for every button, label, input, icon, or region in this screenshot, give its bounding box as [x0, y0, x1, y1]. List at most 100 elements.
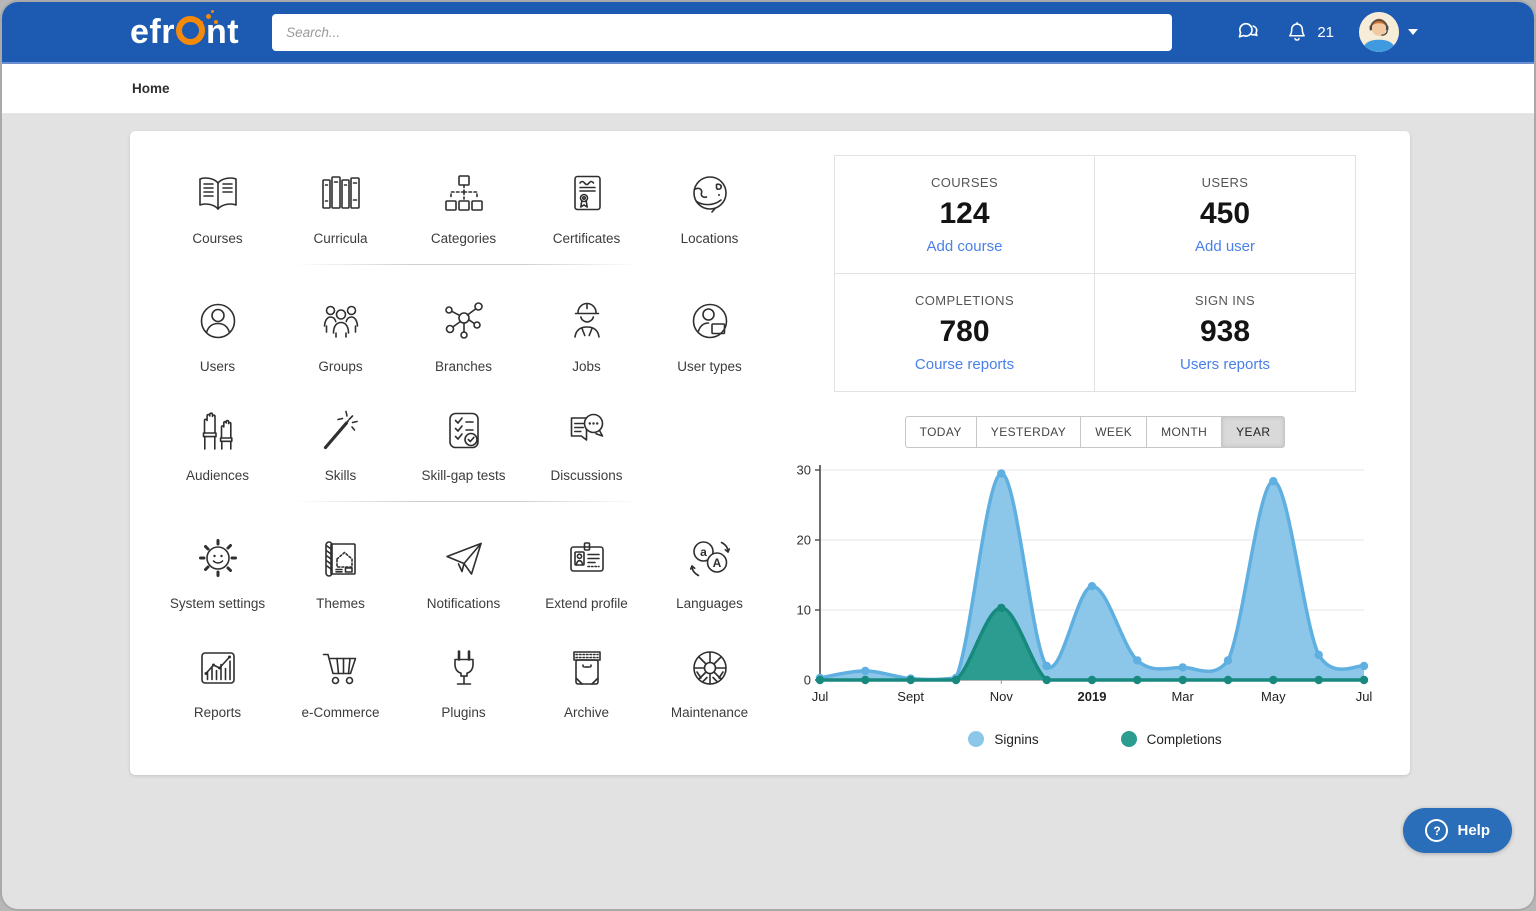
- menu-item-label: Skills: [325, 468, 357, 483]
- stat-label: SIGN INS: [1195, 293, 1255, 308]
- tab-year[interactable]: YEAR: [1221, 416, 1285, 448]
- top-bar: efrnt 21: [2, 2, 1534, 64]
- groups-icon: [317, 289, 365, 355]
- menu-item-skills[interactable]: Skills: [279, 398, 402, 483]
- menu-item-label: Discussions: [550, 468, 622, 483]
- menu-item-archive[interactable]: Archive: [525, 635, 648, 720]
- maintenance-icon: [686, 635, 734, 701]
- menu-item-curricula[interactable]: Curricula: [279, 161, 402, 246]
- jobs-icon: [563, 289, 611, 355]
- help-button[interactable]: ? Help: [1403, 808, 1512, 853]
- languages-icon: aA: [686, 526, 734, 592]
- themes-icon: [317, 526, 365, 592]
- branches-icon: [440, 289, 488, 355]
- menu-item-label: e-Commerce: [301, 705, 379, 720]
- svg-text:Nov: Nov: [990, 689, 1014, 704]
- menu-item-themes[interactable]: Themes: [279, 526, 402, 611]
- tab-month[interactable]: MONTH: [1146, 416, 1222, 448]
- skill-gap-tests-icon: [440, 398, 488, 464]
- curricula-icon: [317, 161, 365, 227]
- menu-item-label: Languages: [676, 596, 743, 611]
- menu-item-label: Certificates: [553, 231, 621, 246]
- menu-item-label: Branches: [435, 359, 492, 374]
- menu-item-extend-profile[interactable]: Extend profile: [525, 526, 648, 611]
- notifications-icon: [440, 526, 488, 592]
- courses-icon: [194, 161, 242, 227]
- menu-group: Courses Curricula Categories Certificate…: [156, 161, 778, 246]
- logo-text-prefix: efr: [130, 13, 175, 51]
- menu-item-jobs[interactable]: Jobs: [525, 289, 648, 374]
- menu-group: Users Groups Branches Jobs User types Au…: [156, 289, 778, 483]
- menu-item-branches[interactable]: Branches: [402, 289, 525, 374]
- svg-text:Jul: Jul: [812, 689, 829, 704]
- tab-yesterday[interactable]: YESTERDAY: [976, 416, 1081, 448]
- tab-week[interactable]: WEEK: [1080, 416, 1147, 448]
- legend-item-completions[interactable]: Completions: [1121, 731, 1222, 747]
- range-tabs: TODAYYESTERDAYWEEKMONTHYEAR: [834, 416, 1356, 448]
- reports-icon: [194, 635, 242, 701]
- stat-card-users: USERS 450 Add user: [1095, 156, 1355, 274]
- menu-item-notifications[interactable]: Notifications: [402, 526, 525, 611]
- stats-grid: COURSES 124 Add courseUSERS 450 Add user…: [834, 155, 1356, 392]
- question-icon: ?: [1425, 819, 1448, 842]
- menu-item-users[interactable]: Users: [156, 289, 279, 374]
- skills-icon: [317, 398, 365, 464]
- svg-text:Sept: Sept: [897, 689, 924, 704]
- stat-link[interactable]: Add course: [927, 238, 1003, 255]
- stat-link[interactable]: Add user: [1195, 238, 1255, 255]
- svg-text:Mar: Mar: [1171, 689, 1194, 704]
- menu-item-audiences[interactable]: Audiences: [156, 398, 279, 483]
- stat-link[interactable]: Users reports: [1180, 356, 1270, 373]
- menu-item-label: Users: [200, 359, 235, 374]
- legend-label: Completions: [1147, 732, 1222, 747]
- menu-item-label: User types: [677, 359, 742, 374]
- stat-link[interactable]: Course reports: [915, 356, 1014, 373]
- users-icon: [194, 289, 242, 355]
- stat-label: USERS: [1202, 175, 1249, 190]
- menu-item-e-commerce[interactable]: e-Commerce: [279, 635, 402, 720]
- main-area: Courses Curricula Categories Certificate…: [2, 131, 1534, 909]
- menu-item-plugins[interactable]: Plugins: [402, 635, 525, 720]
- menu-item-groups[interactable]: Groups: [279, 289, 402, 374]
- svg-text:2019: 2019: [1078, 689, 1107, 704]
- menu-item-certificates[interactable]: Certificates: [525, 161, 648, 246]
- menu-item-courses[interactable]: Courses: [156, 161, 279, 246]
- efront-logo[interactable]: efrnt: [130, 13, 239, 52]
- menu-item-discussions[interactable]: Discussions: [525, 398, 648, 483]
- menu-item-locations[interactable]: Locations: [648, 161, 771, 246]
- messages-icon[interactable]: [1233, 19, 1259, 45]
- menu-item-reports[interactable]: Reports: [156, 635, 279, 720]
- menu-item-maintenance[interactable]: Maintenance: [648, 635, 771, 720]
- svg-text:0: 0: [804, 673, 811, 688]
- header-actions: 21: [1233, 12, 1418, 52]
- menu-item-label: Notifications: [427, 596, 501, 611]
- menu-item-categories[interactable]: Categories: [402, 161, 525, 246]
- archive-icon: [563, 635, 611, 701]
- breadcrumb: Home: [2, 64, 1534, 114]
- tab-today[interactable]: TODAY: [905, 416, 977, 448]
- bell-icon[interactable]: [1284, 19, 1310, 45]
- stat-card-completions: COMPLETIONS 780 Course reports: [835, 274, 1095, 391]
- stat-label: COMPLETIONS: [915, 293, 1014, 308]
- locations-icon: [686, 161, 734, 227]
- system-settings-icon: [194, 526, 242, 592]
- legend-label: Signins: [994, 732, 1038, 747]
- admin-menu: Courses Curricula Categories Certificate…: [130, 131, 778, 775]
- svg-text:10: 10: [797, 603, 811, 618]
- menu-item-system-settings[interactable]: System settings: [156, 526, 279, 611]
- menu-item-user-types[interactable]: User types: [648, 289, 771, 374]
- categories-icon: [440, 161, 488, 227]
- stat-label: COURSES: [931, 175, 998, 190]
- menu-item-label: Themes: [316, 596, 365, 611]
- menu-item-languages[interactable]: aA Languages: [648, 526, 771, 611]
- audiences-icon: [194, 398, 242, 464]
- menu-item-skill-gap-tests[interactable]: Skill-gap tests: [402, 398, 525, 483]
- svg-text:A: A: [712, 556, 721, 570]
- avatar[interactable]: [1359, 12, 1399, 52]
- notifications-area: 21: [1284, 19, 1334, 45]
- menu-item-label: System settings: [170, 596, 265, 611]
- breadcrumb-home[interactable]: Home: [132, 81, 170, 96]
- legend-item-signins[interactable]: Signins: [968, 731, 1038, 747]
- user-menu[interactable]: [1359, 12, 1418, 52]
- search-input[interactable]: [272, 14, 1172, 51]
